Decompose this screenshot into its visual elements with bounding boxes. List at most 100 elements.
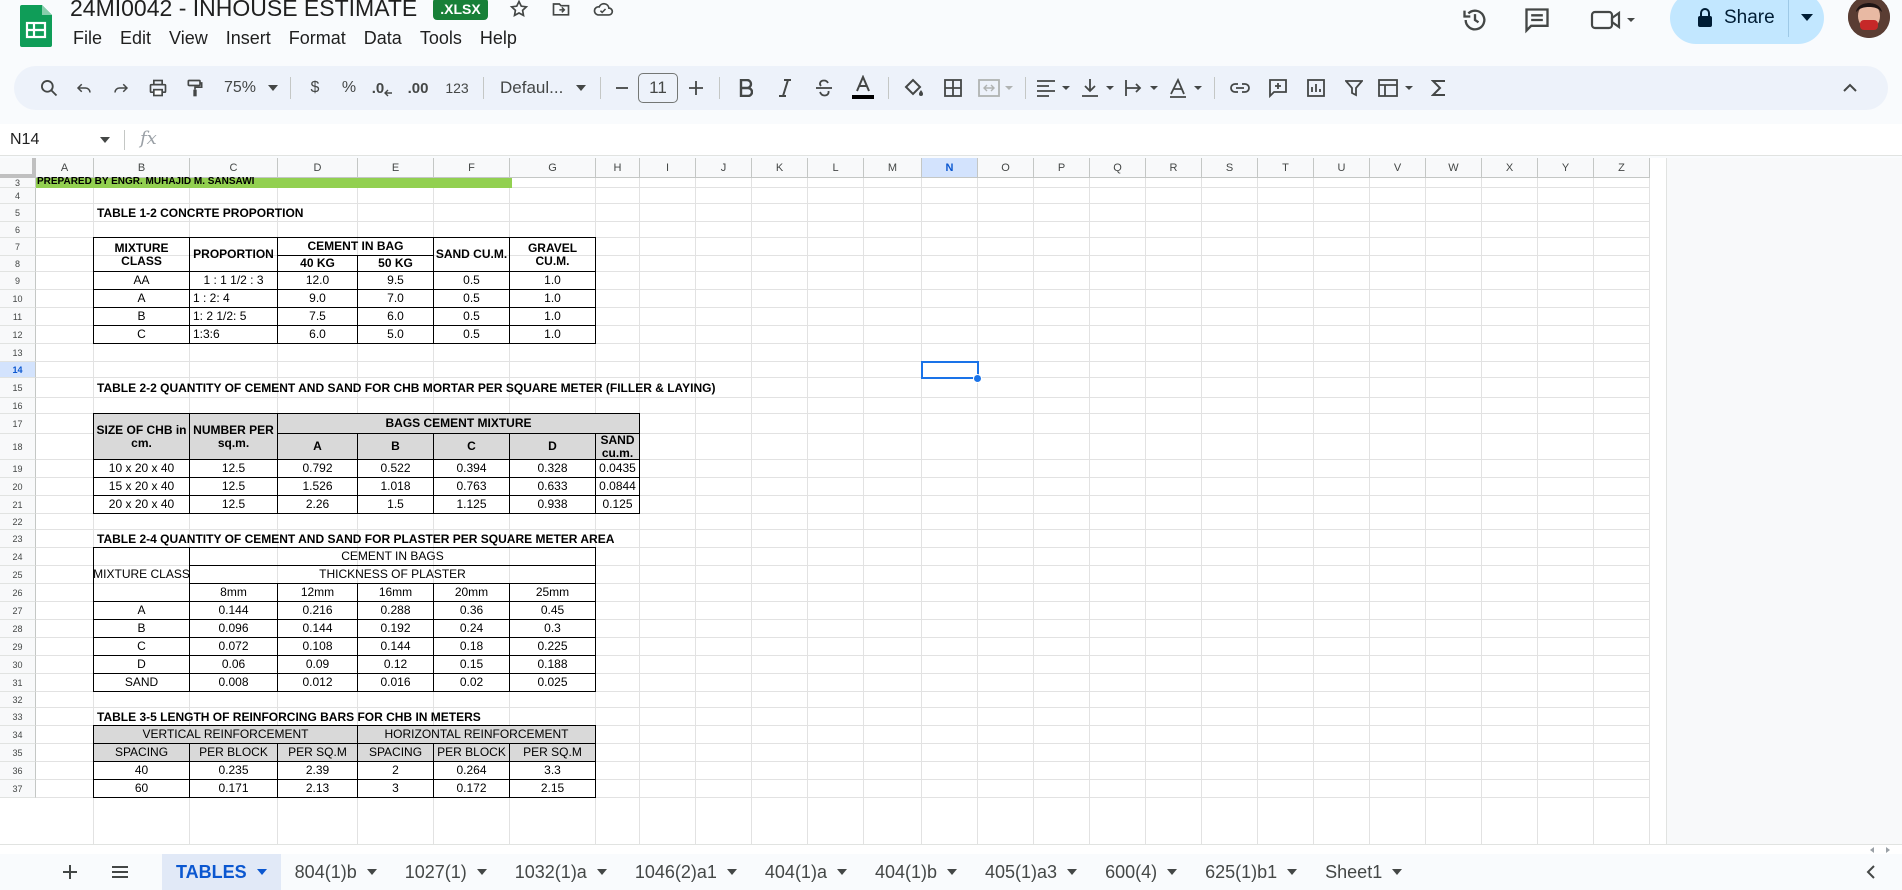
- row-header-14[interactable]: 14: [0, 362, 36, 378]
- chevron-down-icon[interactable]: [596, 869, 607, 875]
- search-menus-icon[interactable]: [34, 72, 64, 104]
- column-header-s[interactable]: S: [1202, 158, 1258, 178]
- explore-collapse-icon[interactable]: [1856, 856, 1886, 888]
- formula-input[interactable]: [176, 128, 1876, 152]
- font-size-increase-icon[interactable]: [679, 72, 713, 104]
- row-header-19[interactable]: 19: [0, 460, 36, 478]
- column-header-w[interactable]: W: [1426, 158, 1482, 178]
- text-color-icon[interactable]: [844, 72, 882, 104]
- print-icon[interactable]: [138, 72, 178, 104]
- share-button[interactable]: Share: [1670, 0, 1788, 44]
- menu-view[interactable]: View: [160, 27, 217, 49]
- comments-icon[interactable]: [1522, 5, 1552, 35]
- menu-edit[interactable]: Edit: [111, 27, 160, 49]
- scroll-right-icon[interactable]: [1884, 846, 1892, 854]
- row-header-24[interactable]: 24: [0, 548, 36, 566]
- fill-handle[interactable]: [973, 374, 982, 383]
- move-folder-icon[interactable]: [550, 0, 572, 20]
- row-header-31[interactable]: 31: [0, 674, 36, 692]
- row-header-34[interactable]: 34: [0, 726, 36, 744]
- chevron-down-icon[interactable]: [1287, 869, 1298, 875]
- row-header-33[interactable]: 33: [0, 708, 36, 726]
- sheet-tab-405-1-a3[interactable]: 405(1)a3: [971, 854, 1091, 890]
- row-header-30[interactable]: 30: [0, 656, 36, 674]
- row-header-16[interactable]: 16: [0, 398, 36, 414]
- chevron-down-icon[interactable]: [947, 869, 957, 875]
- column-header-n[interactable]: N: [922, 158, 978, 178]
- row-header-9[interactable]: 9: [0, 272, 36, 290]
- sheet-tab-tables[interactable]: TABLES: [162, 854, 281, 890]
- column-header-p[interactable]: P: [1034, 158, 1090, 178]
- column-header-g[interactable]: G: [510, 158, 596, 178]
- sheet-tab-1032-1-a[interactable]: 1032(1)a: [501, 854, 621, 890]
- text-wrapping-icon[interactable]: [1120, 72, 1164, 104]
- menu-help[interactable]: Help: [471, 27, 526, 49]
- sheet-tab-sheet1[interactable]: Sheet1: [1311, 854, 1416, 890]
- menu-data[interactable]: Data: [355, 27, 411, 49]
- version-history-icon[interactable]: [1460, 5, 1490, 35]
- sheet-tab-804-1-b[interactable]: 804(1)b: [281, 854, 391, 890]
- menu-tools[interactable]: Tools: [411, 27, 471, 49]
- row-header-6[interactable]: 6: [0, 222, 36, 238]
- filter-views-icon[interactable]: [1373, 72, 1419, 104]
- column-header-z[interactable]: Z: [1594, 158, 1650, 178]
- functions-icon[interactable]: [1419, 72, 1459, 104]
- row-header-36[interactable]: 36: [0, 762, 36, 780]
- undo-icon[interactable]: [64, 72, 104, 104]
- vertical-align-icon[interactable]: [1076, 72, 1120, 104]
- star-icon[interactable]: [508, 0, 530, 20]
- insert-chart-icon[interactable]: [1297, 72, 1335, 104]
- column-header-t[interactable]: T: [1258, 158, 1314, 178]
- select-all-corner[interactable]: [0, 158, 36, 178]
- sheet-tab-1027-1-[interactable]: 1027(1): [391, 854, 501, 890]
- column-header-j[interactable]: J: [696, 158, 752, 178]
- font-size-field[interactable]: 11: [637, 72, 679, 104]
- strikethrough-icon[interactable]: [804, 72, 844, 104]
- row-header-15[interactable]: 15: [0, 378, 36, 398]
- collapse-toolbar-icon[interactable]: [1830, 72, 1870, 104]
- row-header-10[interactable]: 10: [0, 290, 36, 308]
- row-header-17[interactable]: 17: [0, 414, 36, 434]
- italic-icon[interactable]: [766, 72, 804, 104]
- cloud-status-icon[interactable]: [592, 0, 614, 20]
- sheet-tab-404-1-a[interactable]: 404(1)a: [751, 854, 861, 890]
- row-header-32[interactable]: 32: [0, 692, 36, 708]
- column-header-l[interactable]: L: [808, 158, 864, 178]
- row-header-37[interactable]: 37: [0, 780, 36, 798]
- avatar[interactable]: [1848, 0, 1890, 38]
- currency-format-button[interactable]: $: [297, 72, 333, 104]
- row-header-20[interactable]: 20: [0, 478, 36, 496]
- name-box[interactable]: N14: [10, 128, 114, 152]
- row-header-13[interactable]: 13: [0, 344, 36, 362]
- chevron-down-icon[interactable]: [836, 869, 847, 875]
- increase-decimal-button[interactable]: .00: [399, 72, 437, 104]
- column-header-r[interactable]: R: [1146, 158, 1202, 178]
- chevron-down-icon[interactable]: [726, 869, 737, 875]
- row-header-22[interactable]: 22: [0, 514, 36, 530]
- sheet-tab-625-1-b1[interactable]: 625(1)b1: [1191, 854, 1311, 890]
- chevron-down-icon[interactable]: [1067, 869, 1078, 875]
- sheet-tab-600-4-[interactable]: 600(4): [1091, 854, 1191, 890]
- row-header-7[interactable]: 7: [0, 238, 36, 256]
- zoom-select[interactable]: 75%: [212, 72, 284, 104]
- paint-format-icon[interactable]: [178, 72, 212, 104]
- meet-icon[interactable]: [1588, 5, 1638, 35]
- fill-color-icon[interactable]: [895, 72, 933, 104]
- borders-icon[interactable]: [933, 72, 973, 104]
- row-header-27[interactable]: 27: [0, 602, 36, 620]
- add-sheet-icon[interactable]: [50, 856, 90, 888]
- column-header-u[interactable]: U: [1314, 158, 1370, 178]
- all-sheets-icon[interactable]: [100, 856, 140, 888]
- row-header-25[interactable]: 25: [0, 566, 36, 584]
- sheet-tab-1046-2-a1[interactable]: 1046(2)a1: [621, 854, 751, 890]
- chevron-down-icon[interactable]: [476, 869, 487, 875]
- row-header-5[interactable]: 5: [0, 204, 36, 222]
- sheets-logo-icon[interactable]: [20, 5, 52, 47]
- row-header-29[interactable]: 29: [0, 638, 36, 656]
- bold-icon[interactable]: [726, 72, 766, 104]
- active-cell-selection[interactable]: [921, 361, 979, 379]
- horizontal-align-icon[interactable]: [1032, 72, 1076, 104]
- column-header-m[interactable]: M: [864, 158, 922, 178]
- column-header-q[interactable]: Q: [1090, 158, 1146, 178]
- menu-file[interactable]: File: [64, 27, 111, 49]
